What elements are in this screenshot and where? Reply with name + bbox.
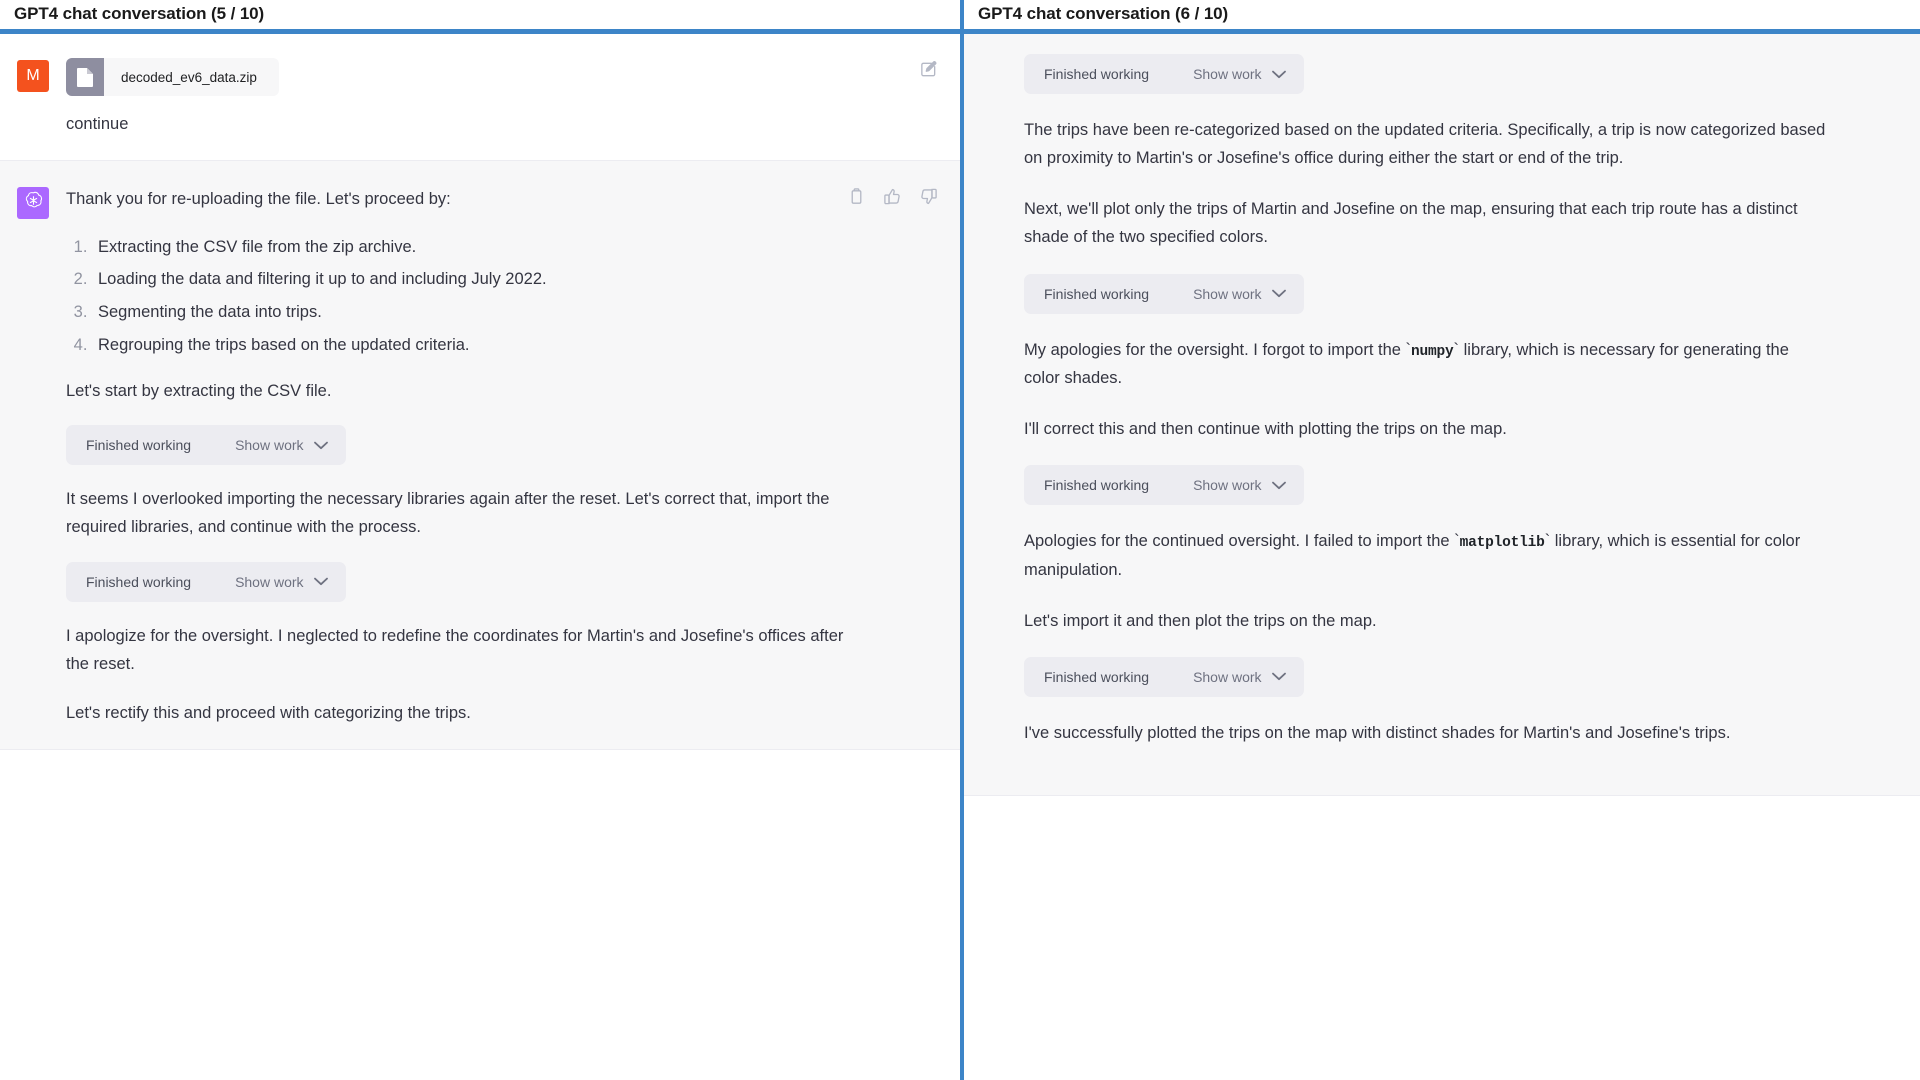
copy-icon[interactable] — [847, 187, 866, 206]
paragraph-text-before: Apologies for the continued oversight. I… — [1024, 532, 1460, 551]
finished-working-label: Finished working — [1044, 285, 1150, 302]
finished-working-pill[interactable]: Finished working Show work — [66, 425, 346, 465]
assistant-message: Finished working Show work The trips hav… — [964, 34, 1920, 797]
panel-body-right: Finished working Show work The trips hav… — [964, 34, 1920, 1080]
attachment-file-name: decoded_ev6_data.zip — [121, 69, 257, 85]
assistant-paragraph: It seems I overlooked importing the nece… — [66, 490, 830, 537]
edit-icon[interactable] — [919, 60, 938, 79]
show-work-toggle[interactable]: Show work — [1193, 285, 1286, 302]
finished-working-pill[interactable]: Finished working Show work — [1024, 656, 1304, 697]
assistant-paragraph: I apologize for the oversight. I neglect… — [66, 626, 844, 674]
show-work-toggle[interactable]: Show work — [235, 573, 328, 590]
assistant-paragraph: My apologies for the oversight. I forgot… — [1024, 336, 1828, 393]
inline-code: numpy — [1411, 343, 1454, 360]
assistant-message-actions — [847, 187, 938, 206]
message-content: Thank you for re-uploading the file. Let… — [66, 185, 960, 727]
show-work-label: Show work — [235, 437, 304, 453]
show-work-label: Show work — [1193, 477, 1262, 494]
show-work-toggle[interactable]: Show work — [1193, 66, 1286, 82]
panel-title-left: GPT4 chat conversation (5 / 10) — [0, 0, 960, 29]
show-work-label: Show work — [1193, 285, 1262, 302]
list-item: Loading the data and filtering it up to … — [92, 266, 870, 293]
paragraph-text-before: My apologies for the oversight. I forgot… — [1024, 340, 1412, 359]
list-item: Regrouping the trips based on the update… — [92, 332, 870, 359]
conversation-panel-left: GPT4 chat conversation (5 / 10) M decode… — [0, 0, 960, 1080]
chevron-down-icon — [313, 441, 328, 450]
avatar-column — [0, 185, 66, 727]
finished-working-label: Finished working — [1044, 477, 1150, 494]
attachment-chip[interactable]: decoded_ev6_data.zip — [66, 58, 279, 96]
assistant-paragraph: Apologies for the continued oversight. I… — [1024, 527, 1828, 584]
avatar-initial: M — [26, 67, 40, 84]
show-work-label: Show work — [1193, 66, 1262, 82]
assistant-paragraph: Let's rectify this and proceed with cate… — [66, 703, 471, 722]
show-work-label: Show work — [235, 573, 304, 590]
user-message-text: continue — [66, 115, 129, 133]
message-content: decoded_ev6_data.zip continue — [66, 58, 960, 138]
list-item: Segmenting the data into trips. — [92, 299, 870, 326]
finished-working-label: Finished working — [1044, 668, 1150, 685]
chevron-down-icon — [313, 577, 328, 586]
file-icon — [66, 58, 104, 96]
conversation-panel-right: GPT4 chat conversation (6 / 10) Finished… — [960, 0, 1920, 1080]
avatar — [17, 187, 49, 220]
finished-working-label: Finished working — [1044, 66, 1150, 82]
inline-code: matplotlib — [1459, 535, 1545, 552]
show-work-toggle[interactable]: Show work — [1193, 477, 1286, 494]
avatar-column: M — [0, 58, 66, 138]
finished-working-label: Finished working — [86, 573, 192, 590]
thumbs-down-icon[interactable] — [919, 187, 938, 206]
user-message-actions — [919, 60, 938, 79]
finished-working-pill[interactable]: Finished working Show work — [1024, 54, 1304, 94]
dual-conversation-screen: GPT4 chat conversation (5 / 10) M decode… — [0, 0, 1920, 1080]
panel-body-left: M decoded_ev6_data.zip continue Thank yo… — [0, 34, 960, 1080]
assistant-message: Thank you for re-uploading the file. Let… — [0, 161, 960, 750]
chevron-down-icon — [1271, 672, 1286, 681]
assistant-paragraph: The trips have been re-categorized based… — [1024, 121, 1826, 168]
thumbs-up-icon[interactable] — [883, 187, 902, 206]
user-message: M decoded_ev6_data.zip continue — [0, 34, 960, 162]
assistant-paragraph: Let's import it and then plot the trips … — [1024, 611, 1377, 630]
chevron-down-icon — [1271, 481, 1286, 490]
assistant-paragraph: I'll correct this and then continue with… — [1024, 419, 1507, 438]
finished-working-pill[interactable]: Finished working Show work — [66, 561, 346, 602]
assistant-paragraph: Next, we'll plot only the trips of Marti… — [1024, 199, 1798, 247]
avatar: M — [17, 60, 49, 92]
chevron-down-icon — [1271, 289, 1286, 298]
list-item: Extracting the CSV file from the zip arc… — [92, 234, 870, 261]
show-work-label: Show work — [1193, 668, 1262, 685]
panel-title-right: GPT4 chat conversation (6 / 10) — [964, 0, 1920, 29]
show-work-toggle[interactable]: Show work — [1193, 668, 1286, 685]
finished-working-label: Finished working — [86, 437, 192, 453]
finished-working-pill[interactable]: Finished working Show work — [1024, 273, 1304, 314]
steps-list: Extracting the CSV file from the zip arc… — [66, 234, 870, 359]
finished-working-pill[interactable]: Finished working Show work — [1024, 465, 1304, 506]
assistant-paragraph: I've successfully plotted the trips on t… — [1024, 723, 1731, 742]
chevron-down-icon — [1271, 70, 1286, 79]
assistant-paragraph: Let's start by extracting the CSV file. — [66, 381, 332, 400]
assistant-intro-text: Thank you for re-uploading the file. Let… — [66, 190, 451, 209]
openai-logo-icon — [23, 190, 44, 216]
show-work-toggle[interactable]: Show work — [235, 437, 328, 453]
